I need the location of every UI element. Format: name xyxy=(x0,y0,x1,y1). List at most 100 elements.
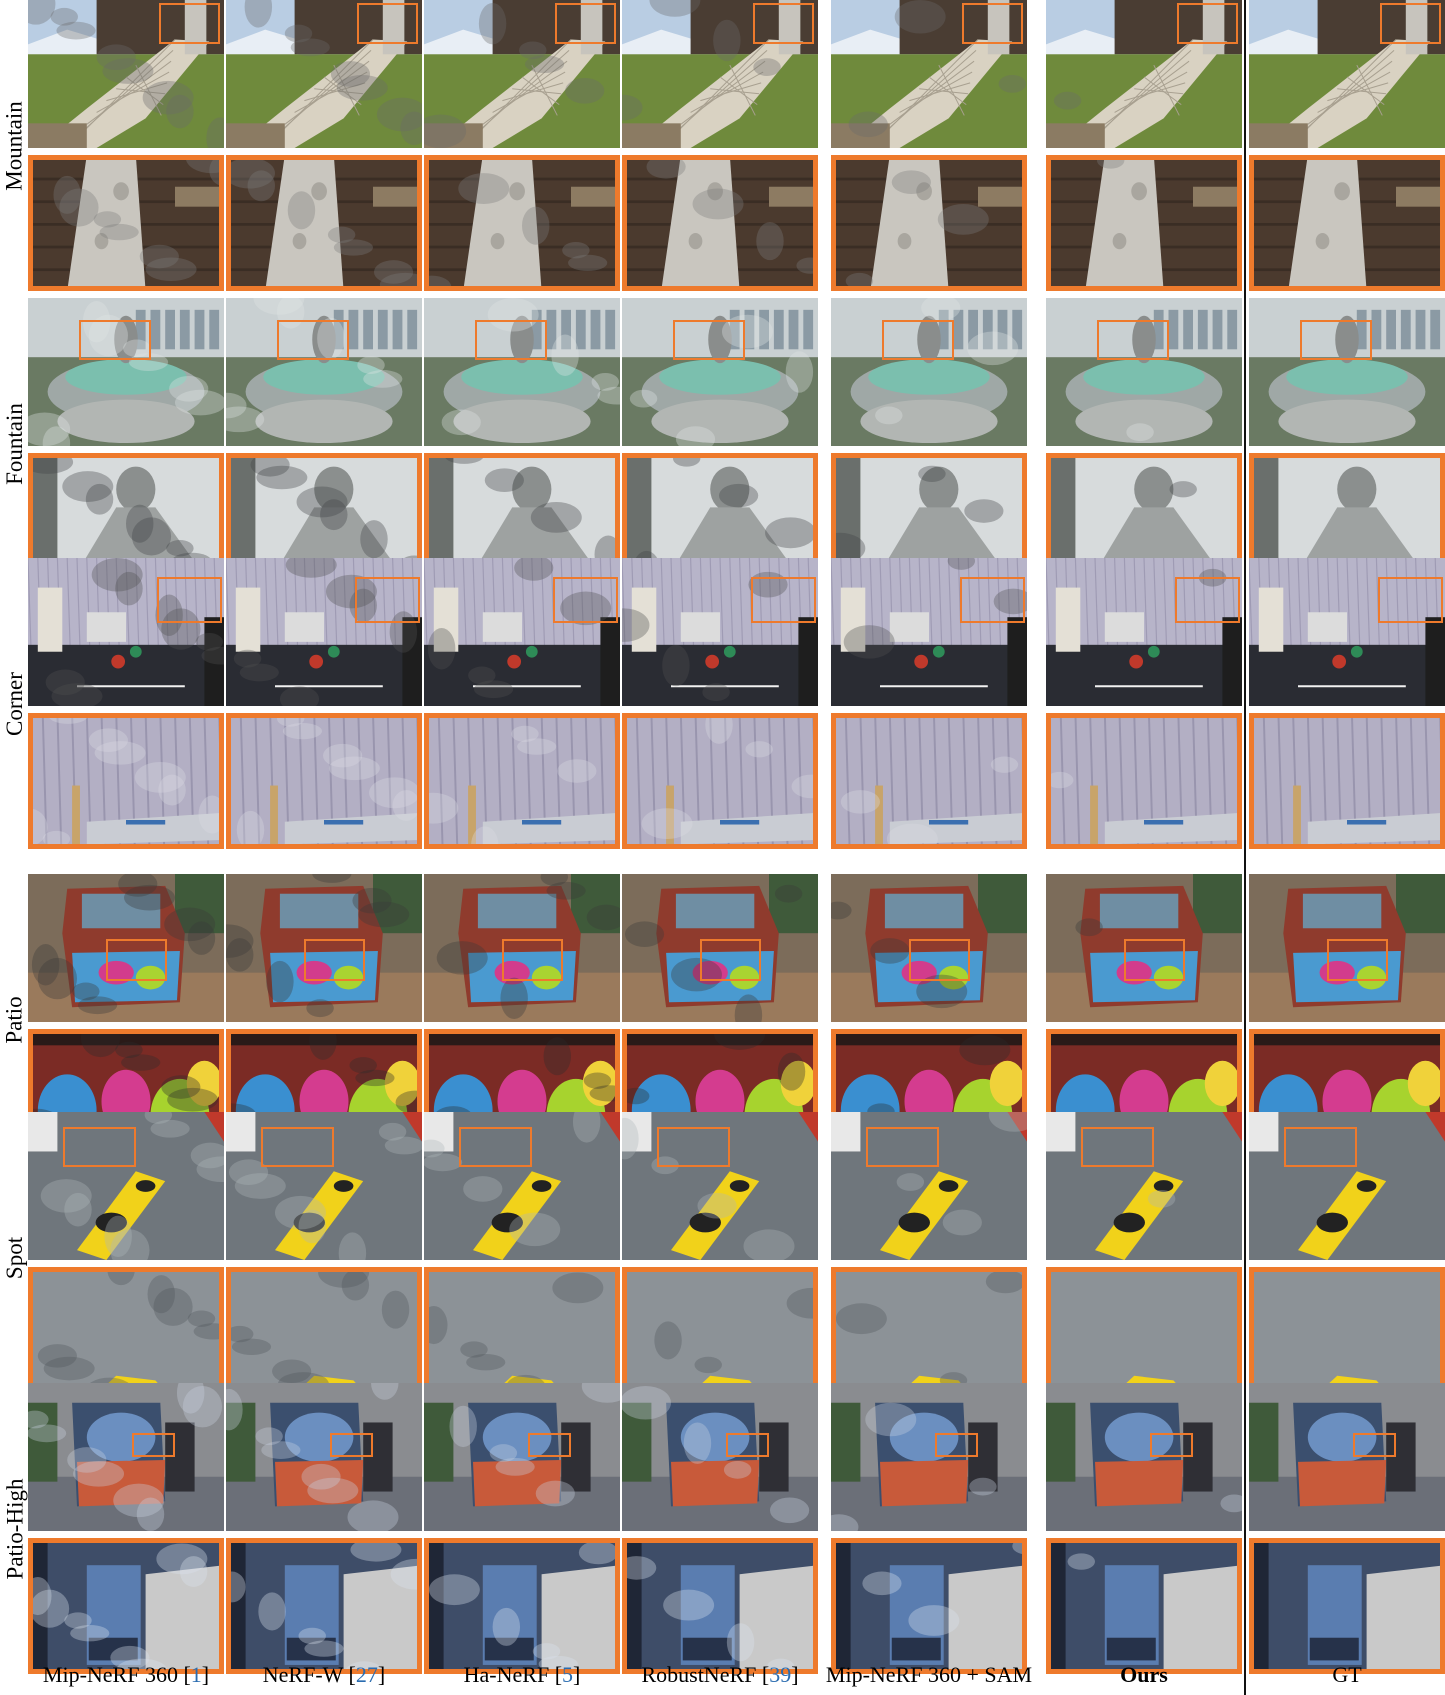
zoom-region-box xyxy=(1124,939,1186,981)
artifact-blob xyxy=(492,1607,521,1646)
artifact-blob xyxy=(726,1623,755,1662)
zoom-image xyxy=(622,713,818,849)
render-fountain-col5 xyxy=(1046,298,1242,446)
zoom-crop-corner-col5 xyxy=(1046,713,1242,849)
knot xyxy=(1334,182,1350,201)
zoom-crop-mountain-col6 xyxy=(1249,155,1445,291)
artifact-blob xyxy=(381,1290,410,1329)
artifact-blob xyxy=(333,239,373,256)
knot xyxy=(292,232,307,250)
render-fountain-col0 xyxy=(28,298,224,446)
trim xyxy=(424,1029,620,1046)
artifact-blob xyxy=(59,188,99,227)
zoom-region-box xyxy=(131,1433,175,1457)
artifact-blob xyxy=(756,222,784,261)
artifact-blob xyxy=(1075,918,1103,937)
artifact-blob xyxy=(662,644,690,687)
zoom-crop-mountain-col5 xyxy=(1046,155,1242,291)
render-corner-col5 xyxy=(1046,558,1242,706)
artifact-blob xyxy=(94,741,146,765)
panel-base xyxy=(682,1637,732,1661)
render-corner-col0 xyxy=(28,558,224,706)
zoom-region-box xyxy=(866,1126,939,1167)
artifact-blob xyxy=(969,1477,997,1496)
citation-link[interactable]: 1 xyxy=(191,1662,202,1687)
robot-leg-dark xyxy=(1113,1212,1145,1233)
render-patiohigh-col1 xyxy=(226,1383,422,1531)
render-mountain-col3 xyxy=(622,0,818,148)
artifact-blob xyxy=(175,389,224,416)
zoom-region-box xyxy=(725,1433,769,1457)
method-name: NeRF-W xyxy=(262,1662,344,1687)
artifact-blob xyxy=(466,1354,506,1371)
artifact-blob xyxy=(843,625,895,659)
zoom-region-box xyxy=(1378,577,1444,624)
artifact-blob xyxy=(239,663,279,682)
artifact-blob xyxy=(153,1287,193,1326)
blue-item xyxy=(522,819,562,825)
render-patio-col1 xyxy=(226,874,422,1022)
zoom-image xyxy=(28,155,224,291)
knot xyxy=(113,182,129,201)
render-image xyxy=(28,1383,224,1531)
zoom-image xyxy=(1046,713,1242,849)
zoom-crop-mountain-col3 xyxy=(622,155,818,291)
artifact-blob xyxy=(694,1356,722,1374)
statue-head xyxy=(116,466,156,512)
render-image xyxy=(424,1383,620,1531)
zoom-region-box xyxy=(1175,577,1241,624)
render-patio-col5 xyxy=(1046,874,1242,1022)
zoom-image xyxy=(226,713,422,849)
artifact-blob xyxy=(64,1192,92,1227)
checkerboard xyxy=(798,617,818,706)
window xyxy=(377,309,388,350)
zoom-crop-mountain-col4 xyxy=(831,155,1027,291)
artifact-blob xyxy=(641,808,693,840)
knot xyxy=(509,182,525,201)
zoom-region-box xyxy=(502,939,564,981)
artifact-blob xyxy=(524,55,565,74)
artifact-blob xyxy=(765,517,817,549)
citation-link[interactable]: 5 xyxy=(562,1662,573,1687)
zoom-region-box xyxy=(357,2,419,45)
zoom-crop-patiohigh-col4 xyxy=(831,1538,1027,1674)
artifact-blob xyxy=(350,1538,402,1562)
artifact-blob xyxy=(99,223,139,241)
render-patio-col3 xyxy=(622,874,818,1022)
zoom-region-box xyxy=(555,2,617,45)
red-ball xyxy=(1332,654,1347,669)
chair-zoom xyxy=(739,1565,818,1674)
artifact-blob xyxy=(307,1477,359,1504)
zoom-region-box xyxy=(751,577,817,624)
render-image xyxy=(831,1383,1027,1531)
window xyxy=(209,309,220,350)
render-mountain-col4 xyxy=(831,0,1027,148)
small-table xyxy=(86,612,126,642)
zoom-region-box xyxy=(106,939,168,981)
artifact-blob xyxy=(777,1052,806,1091)
gravel xyxy=(1249,123,1308,148)
row-label-spot: Spot xyxy=(2,1112,28,1403)
green-ball xyxy=(723,645,736,658)
artifact-blob xyxy=(145,257,197,282)
artifact-blob xyxy=(745,741,773,758)
robot-leg-dark xyxy=(898,1212,930,1233)
zoom-region-box xyxy=(276,320,350,361)
render-image xyxy=(1249,1383,1445,1531)
citation-link[interactable]: 27 xyxy=(356,1662,378,1687)
sign-board xyxy=(373,186,422,207)
artifact-blob xyxy=(702,683,730,702)
checkerboard xyxy=(600,617,620,706)
zoom-region-box xyxy=(1284,1126,1357,1167)
zoom-region-box xyxy=(657,1126,730,1167)
render-mountain-col0 xyxy=(28,0,224,148)
render-spot-col6 xyxy=(1249,1112,1445,1260)
artifact-blob xyxy=(629,389,658,408)
artifact-blob xyxy=(287,191,316,230)
zoom-image xyxy=(1249,155,1445,291)
red-ball xyxy=(507,654,522,669)
artifact-blob xyxy=(102,58,154,84)
window xyxy=(788,309,799,350)
artifact-blob xyxy=(753,58,781,76)
citation-link[interactable]: 39 xyxy=(769,1662,791,1687)
